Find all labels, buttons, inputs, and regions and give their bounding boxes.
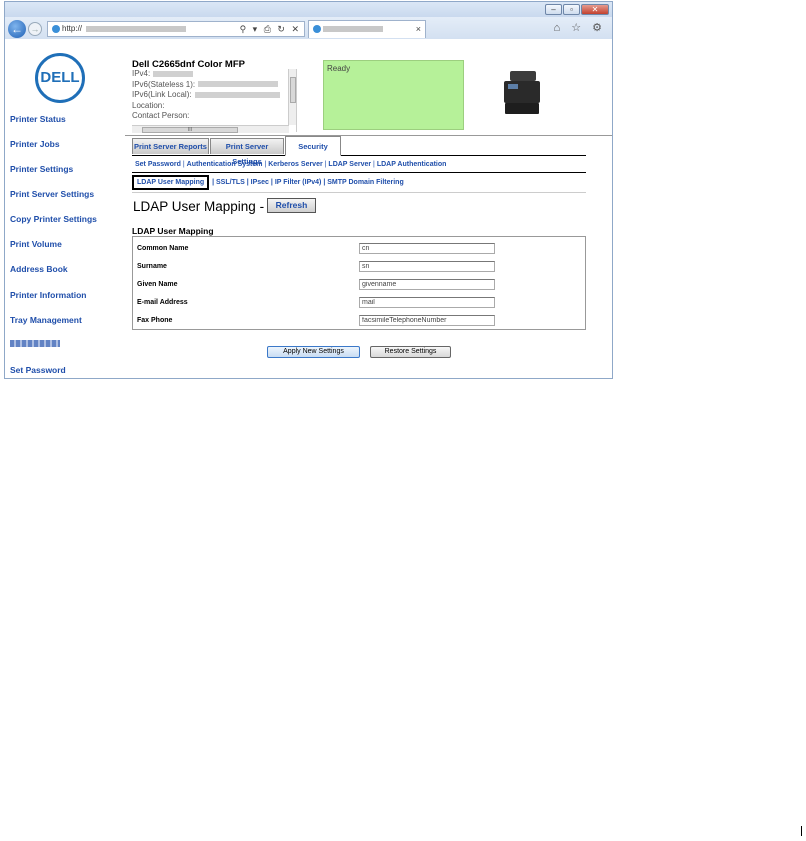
- link-ldap-authentication[interactable]: LDAP Authentication: [377, 161, 447, 168]
- page-edge-mark: [801, 826, 802, 836]
- nav-printer-jobs[interactable]: Printer Jobs: [10, 139, 60, 149]
- link-ssl-tls[interactable]: SSL/TLS: [216, 179, 245, 186]
- nav-set-password[interactable]: Set Password: [10, 365, 66, 375]
- address-prefix: http://: [62, 24, 83, 33]
- contact-line: Contact Person:: [132, 111, 190, 120]
- nav-copy-printer-settings[interactable]: Copy Printer Settings: [10, 214, 97, 224]
- section-title: LDAP User Mapping: [132, 226, 214, 236]
- info-vertical-scrollbar[interactable]: [288, 69, 296, 125]
- printer-image: [502, 71, 542, 115]
- printer-base-part: [505, 103, 539, 114]
- link-ip-filter[interactable]: IP Filter (IPv4): [275, 179, 322, 186]
- dell-logo: DELL: [35, 53, 85, 103]
- page-title: LDAP User Mapping -: [133, 199, 265, 214]
- ldap-user-mapping-form: Common Name Surname Given Name E-mail Ad…: [132, 236, 586, 330]
- ipv4-line: IPv4:: [132, 69, 296, 80]
- tab-print-server-settings[interactable]: Print Server Settings: [210, 138, 284, 166]
- status-text: Ready: [327, 64, 351, 73]
- browser-window: – ▫ ✕ ← → http:// ⚲ ▾ ⎙ ↻ ✕ × ⌂ ☆ ⚙ DELL…: [4, 1, 613, 379]
- ipv6-link-line: IPv6(Link Local):: [132, 90, 296, 101]
- tab-underline: [132, 155, 586, 156]
- email-address-label: E-mail Address: [137, 299, 188, 306]
- link-ipsec[interactable]: IPsec: [251, 179, 269, 186]
- printer-status-box: Ready: [323, 60, 464, 130]
- security-sublinks-row2: LDAP User Mapping | SSL/TLS | IPsec | IP…: [132, 175, 404, 190]
- restore-settings-button[interactable]: Restore Settings: [370, 346, 451, 358]
- tab-print-server-reports[interactable]: Print Server Reports: [132, 138, 209, 154]
- nav-printer-settings[interactable]: Printer Settings: [10, 164, 73, 174]
- maximize-button[interactable]: ▫: [563, 4, 580, 15]
- device-info-box: IPv4: IPv6(Stateless 1): IPv6(Link Local…: [132, 69, 297, 132]
- ipv6-stateless-label: IPv6(Stateless 1):: [132, 79, 196, 89]
- link-kerberos-server[interactable]: Kerberos Server: [268, 161, 322, 168]
- link-ldap-user-mapping[interactable]: LDAP User Mapping: [132, 175, 210, 190]
- left-navigation: DELL Printer Status Printer Jobs Printer…: [5, 39, 123, 378]
- security-sublinks-row1: Set Password | Authentication System | K…: [135, 161, 446, 168]
- ipv4-redacted: [153, 70, 194, 77]
- printer-panel-part: [508, 84, 518, 89]
- tab-close-icon[interactable]: ×: [416, 21, 421, 37]
- given-name-label: Given Name: [137, 281, 178, 288]
- ipv4-label: IPv4:: [132, 69, 151, 78]
- fax-phone-label: Fax Phone: [137, 317, 173, 324]
- sublinks-divider-2: [132, 192, 586, 193]
- header-divider: [125, 135, 612, 136]
- nav-print-volume[interactable]: Print Volume: [10, 239, 62, 249]
- link-ldap-server[interactable]: LDAP Server: [328, 161, 371, 168]
- location-line: Location:: [132, 100, 165, 110]
- given-name-input[interactable]: [359, 279, 495, 290]
- nav-print-server-settings[interactable]: Print Server Settings: [10, 189, 94, 199]
- address-redacted: [86, 25, 187, 32]
- vertical-scroll-thumb[interactable]: [290, 77, 296, 103]
- browser-toolbar: ← → http:// ⚲ ▾ ⎙ ↻ ✕ × ⌂ ☆ ⚙: [5, 17, 612, 39]
- title-bar: – ▫ ✕: [5, 2, 612, 17]
- link-set-password[interactable]: Set Password: [135, 161, 181, 168]
- tab-title-redacted: [323, 25, 383, 32]
- link-smtp-domain-filtering[interactable]: SMTP Domain Filtering: [327, 179, 404, 186]
- tab-security[interactable]: Security: [285, 136, 341, 156]
- nav-tray-management[interactable]: Tray Management: [10, 315, 82, 325]
- horizontal-scroll-thumb[interactable]: III: [142, 127, 238, 133]
- address-tools-icon[interactable]: ⚲ ▾ ⎙ ↻ ✕: [240, 22, 301, 36]
- nav-address-book[interactable]: Address Book: [10, 264, 68, 274]
- common-name-label: Common Name: [137, 245, 189, 252]
- link-authentication-system[interactable]: Authentication System: [187, 161, 263, 168]
- nav-printer-information[interactable]: Printer Information: [10, 290, 87, 300]
- close-window-button[interactable]: ✕: [581, 4, 609, 15]
- common-name-input[interactable]: [359, 243, 495, 254]
- fax-phone-input[interactable]: [359, 315, 495, 326]
- ipv6-stateless-line: IPv6(Stateless 1):: [132, 80, 296, 91]
- info-horizontal-scrollbar[interactable]: III: [132, 125, 289, 133]
- surname-label: Surname: [137, 263, 167, 270]
- apply-new-settings-button[interactable]: Apply New Settings: [267, 346, 360, 358]
- ie-page-icon: [52, 24, 60, 33]
- forward-button[interactable]: →: [28, 22, 42, 36]
- nav-item-obscured[interactable]: [10, 340, 60, 347]
- browser-tab[interactable]: ×: [308, 20, 426, 38]
- window-controls: – ▫ ✕: [545, 4, 609, 15]
- page-viewport: DELL Printer Status Printer Jobs Printer…: [5, 39, 612, 378]
- ipv6-link-label: IPv6(Link Local):: [132, 90, 192, 99]
- minimize-button[interactable]: –: [545, 4, 562, 15]
- back-button[interactable]: ←: [8, 20, 26, 38]
- surname-input[interactable]: [359, 261, 495, 272]
- address-bar[interactable]: http:// ⚲ ▾ ⎙ ↻ ✕: [47, 21, 305, 37]
- nav-printer-status[interactable]: Printer Status: [10, 114, 66, 124]
- ipv6-stateless-redacted: [198, 81, 279, 88]
- email-address-input[interactable]: [359, 297, 495, 308]
- refresh-button[interactable]: Refresh: [267, 198, 316, 213]
- printer-scanner-part: [510, 71, 536, 81]
- home-favorites-tools-icon[interactable]: ⌂ ☆ ⚙: [554, 21, 606, 34]
- sublinks-divider: [132, 172, 586, 173]
- tab-page-icon: [313, 24, 321, 33]
- ipv6-link-redacted: [194, 91, 280, 98]
